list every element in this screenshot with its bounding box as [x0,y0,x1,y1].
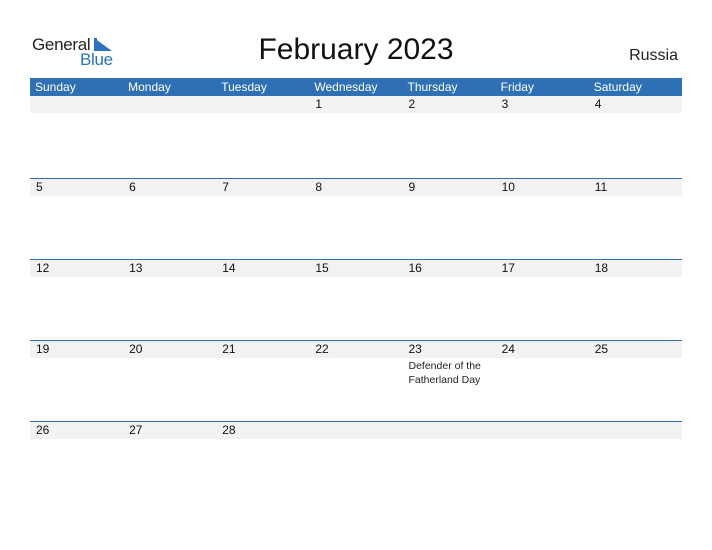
date-strip: 19 20 21 22 23 24 25 [30,341,682,358]
day-number: 1 [315,97,323,111]
day-number: 13 [129,261,143,275]
holiday-note [309,196,402,197]
day-number [496,422,589,439]
day-number: 2 [408,97,416,111]
calendar-title: February 2023 [258,33,454,66]
holiday-note [216,113,309,114]
holiday-note [309,358,402,387]
holiday-note [589,113,682,114]
holiday-note [30,439,123,440]
day-number [309,422,402,439]
day-number: 24 [501,342,515,356]
calendar-grid: Sunday Monday Tuesday Wednesday Thursday… [30,78,682,502]
notes-row [30,113,682,114]
notes-row [30,439,682,440]
date-strip: 12 13 14 15 16 17 18 [30,260,682,277]
day-number [403,422,496,439]
day-number: 7 [222,180,229,194]
holiday-note [589,439,682,440]
day-number: 18 [594,261,609,275]
day-number: 16 [408,261,422,275]
day-number: 27 [129,423,143,437]
day-number: 23 [408,342,422,356]
holiday-note: Defender of the Fatherland Day [408,360,481,386]
week-row: 26 27 28 [30,421,682,502]
holiday-note [403,196,496,197]
day-number: 20 [129,342,143,356]
holiday-note [123,196,216,197]
holiday-note [589,277,682,278]
day-number: 19 [36,342,50,356]
day-number: 8 [315,180,323,194]
holiday-note [496,113,589,114]
holiday-note [123,439,216,440]
day-number [123,96,216,113]
day-number [589,422,682,439]
holiday-note [123,277,216,278]
date-strip: 5 6 7 8 9 10 11 [30,179,682,196]
weekday-friday: Friday [500,80,534,94]
holiday-note [403,113,496,114]
weekday-thursday: Thursday [407,80,458,94]
day-number: 6 [129,180,136,194]
holiday-note [309,113,402,114]
day-number: 21 [222,342,236,356]
holiday-note [30,358,123,387]
day-number: 26 [36,423,50,437]
weeks-container: 1 2 3 4 5 6 7 8 9 10 11 12 13 14 15 16 17 18 19 20 21 22 23 24 2… [30,96,682,502]
holiday-note [123,113,216,114]
weekday-header: Sunday Monday Tuesday Wednesday Thursday… [30,78,682,96]
weekday-sunday: Sunday [35,80,76,94]
date-strip: 26 27 28 [30,422,682,439]
holiday-note [216,358,309,387]
holiday-note [589,358,682,387]
day-number: 9 [408,180,416,194]
day-number: 17 [501,261,515,275]
holiday-note [403,277,496,278]
holiday-note [30,196,123,197]
day-number: 10 [501,180,515,194]
holiday-note [30,277,123,278]
notes-row [30,196,682,197]
day-number: 11 [594,180,608,194]
date-strip: 1 2 3 4 [30,96,682,113]
holiday-note [216,277,309,278]
week-row: 12 13 14 15 16 17 18 [30,259,682,340]
holiday-note [309,277,402,278]
day-number: 14 [222,261,236,275]
day-number: 25 [594,342,609,356]
day-number: 4 [594,97,602,111]
weekday-saturday: Saturday [593,80,642,94]
weekday-tuesday: Tuesday [221,80,267,94]
holiday-note [403,439,496,440]
holiday-note [589,196,682,197]
day-number: 15 [315,261,329,275]
holiday-note [496,439,589,440]
day-number: 3 [501,97,509,111]
day-number: 12 [36,261,50,275]
day-number: 22 [315,342,329,356]
week-row: 5 6 7 8 9 10 11 [30,178,682,259]
day-number [30,96,123,113]
holiday-note [496,358,589,387]
country-label: Russia [629,47,678,64]
weekday-monday: Monday [128,80,171,94]
day-number [216,96,309,113]
notes-row: Defender of the Fatherland Day [30,358,682,387]
day-number: 5 [36,180,43,194]
day-number: 28 [222,423,236,437]
weekday-wednesday: Wednesday [314,80,378,94]
notes-row [30,277,682,278]
holiday-note [30,113,123,114]
holiday-note [496,196,589,197]
holiday-note [216,196,309,197]
holiday-note [123,358,216,387]
holiday-note [216,439,309,440]
week-row: 1 2 3 4 [30,96,682,178]
holiday-note [309,439,402,440]
holiday-note [496,277,589,278]
week-row: 19 20 21 22 23 24 25 Defender of the Fatherland… [30,340,682,421]
